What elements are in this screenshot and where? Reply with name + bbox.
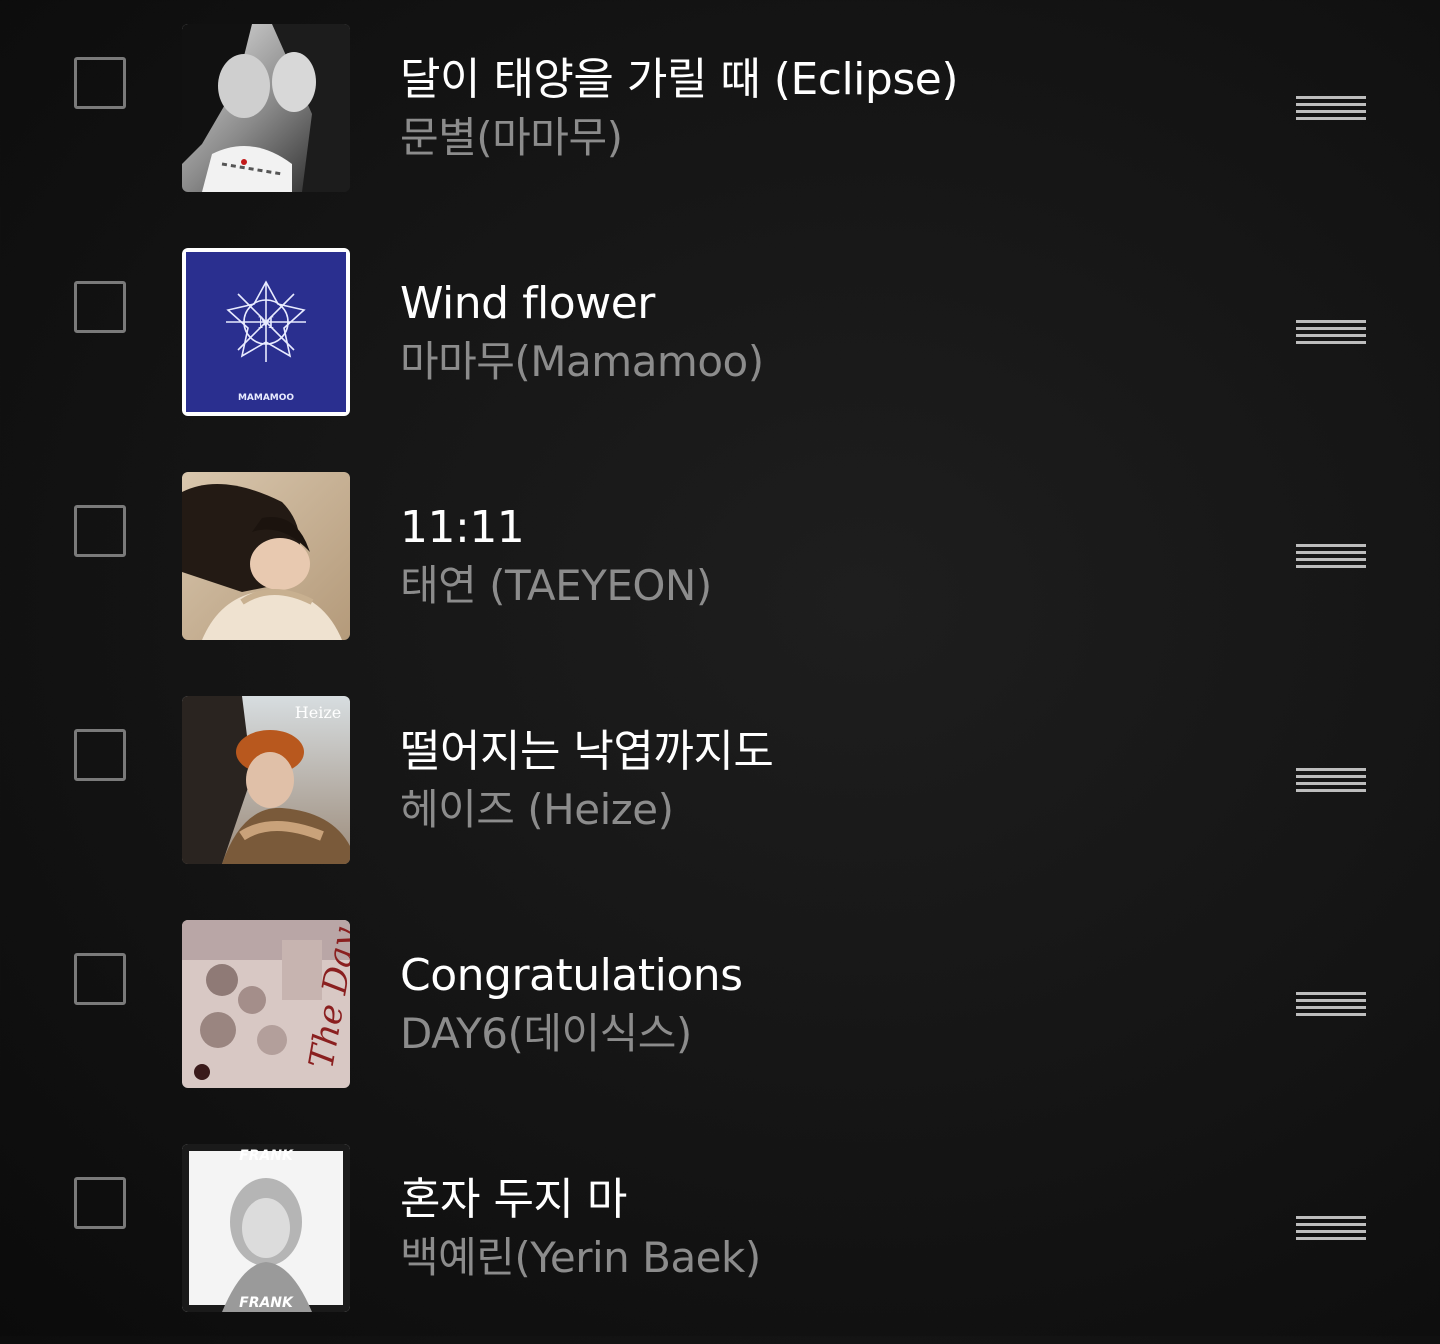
track-title: 달이 태양을 가릴 때 (Eclipse)	[400, 54, 958, 105]
drag-handle-icon[interactable]	[1296, 992, 1366, 1018]
track-artist: 백예린(Yerin Baek)	[400, 1233, 761, 1282]
album-art-1111	[182, 472, 350, 640]
track-checkbox[interactable]	[74, 1177, 126, 1229]
album-art-wind-flower: M MAMAMOO	[182, 248, 350, 416]
playlist: 달이 태양을 가릴 때 (Eclipse) 문별(마마무) M MAMAMOO …	[0, 0, 1440, 1336]
track-row[interactable]: The Day Congratulations DAY6(데이식스)	[0, 896, 1440, 1120]
track-title: 혼자 두지 마	[400, 1174, 627, 1225]
track-checkbox[interactable]	[74, 281, 126, 333]
drag-handle-icon[interactable]	[1296, 320, 1366, 346]
track-artist: 헤이즈 (Heize)	[400, 785, 674, 834]
track-checkbox[interactable]	[74, 729, 126, 781]
svg-text:M: M	[258, 313, 274, 332]
track-title: 떨어지는 낙엽까지도	[400, 726, 774, 777]
album-art-heize: Heize	[182, 696, 350, 864]
album-art-text: FRANK	[239, 1148, 294, 1164]
track-title: 11:11	[400, 502, 525, 553]
drag-handle-icon[interactable]	[1296, 768, 1366, 794]
track-artist: 문별(마마무)	[400, 113, 623, 162]
track-checkbox[interactable]	[74, 505, 126, 557]
drag-handle-icon[interactable]	[1296, 544, 1366, 570]
album-art-eclipse	[182, 24, 350, 192]
track-row[interactable]: 11:11 태연 (TAEYEON)	[0, 448, 1440, 672]
album-art-text: Heize	[295, 703, 341, 722]
drag-handle-icon[interactable]	[1296, 96, 1366, 122]
drag-handle-icon[interactable]	[1296, 1216, 1366, 1242]
track-row[interactable]: Heize 떨어지는 낙엽까지도 헤이즈 (Heize)	[0, 672, 1440, 896]
track-title: Wind flower	[400, 278, 655, 329]
track-title: Congratulations	[400, 950, 743, 1001]
track-artist: 태연 (TAEYEON)	[400, 561, 712, 610]
track-checkbox[interactable]	[74, 953, 126, 1005]
track-row[interactable]: FRANK FRANK 혼자 두지 마 백예린(Yerin Baek)	[0, 1120, 1440, 1344]
album-art-text: MAMAMOO	[238, 393, 294, 403]
album-art-text: FRANK	[239, 1295, 294, 1311]
track-artist: DAY6(데이식스)	[400, 1009, 692, 1058]
track-checkbox[interactable]	[74, 57, 126, 109]
album-art-the-day: The Day	[182, 920, 350, 1088]
track-row[interactable]: 달이 태양을 가릴 때 (Eclipse) 문별(마마무)	[0, 0, 1440, 224]
track-row[interactable]: M MAMAMOO Wind flower 마마무(Mamamoo)	[0, 224, 1440, 448]
track-artist: 마마무(Mamamoo)	[400, 337, 764, 386]
album-art-frank: FRANK FRANK	[182, 1144, 350, 1312]
